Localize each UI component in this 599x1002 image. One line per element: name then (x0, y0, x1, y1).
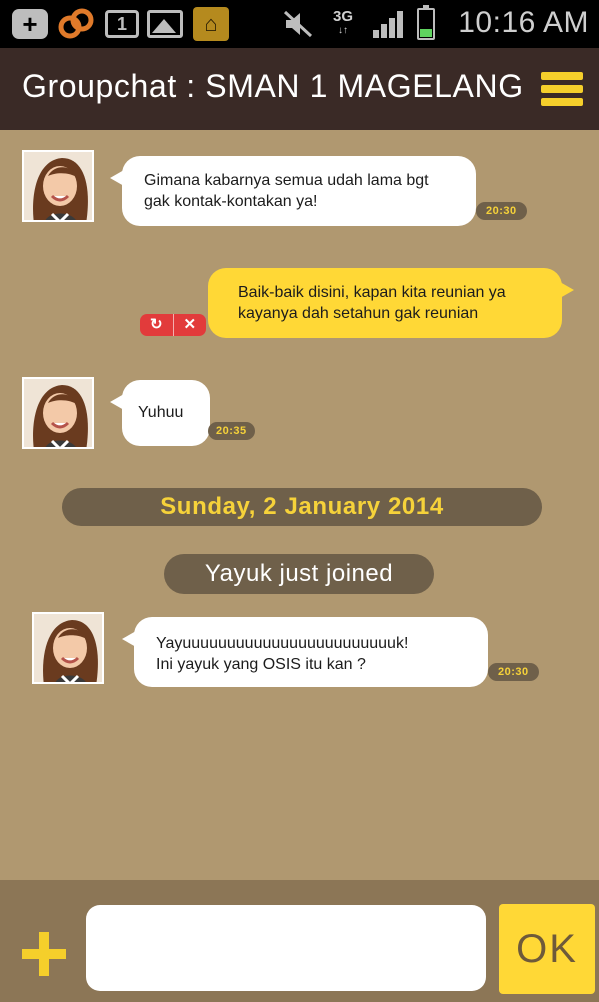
message-text: Yuhuu (138, 404, 184, 421)
message-text: Baik-baik disini, kapan kita reunian ya … (238, 284, 506, 322)
message-bubble[interactable]: Yuhuu (110, 380, 210, 446)
message-bubble-outgoing[interactable]: Baik-baik disini, kapan kita reunian ya … (208, 268, 574, 338)
house-icon: ⌂ (192, 7, 230, 41)
avatar[interactable] (22, 377, 94, 449)
mute-icon (280, 8, 316, 40)
avatar[interactable] (32, 612, 104, 684)
message-text: Gimana kabarnya semua udah lama bgt gak … (144, 172, 429, 210)
network-3g-icon: 3G ↓↑ (328, 8, 358, 40)
send-button[interactable]: OK (499, 904, 595, 994)
message-bubble[interactable]: Yayuuuuuuuuuuuuuuuuuuuuuuuuk! Ini yayuk … (122, 617, 488, 687)
link-icon (56, 8, 96, 40)
avatar[interactable] (22, 150, 94, 222)
plus-badge-icon: + (10, 8, 50, 40)
message-input[interactable] (86, 905, 486, 991)
hamburger-menu-icon[interactable] (541, 72, 583, 106)
retry-icon[interactable]: ↻ (140, 314, 174, 336)
chat-message-list[interactable]: Gimana kabarnya semua udah lama bgt gak … (0, 130, 599, 880)
status-time: 10:16 AM (458, 6, 589, 39)
message-timestamp: 20:30 (476, 202, 527, 220)
status-bar: + 1 ⌂ 3G ↓↑ 10:16 AM (0, 0, 599, 48)
signal-icon (368, 8, 408, 40)
plus-icon[interactable] (22, 932, 66, 976)
message-bubble[interactable]: Gimana kabarnya semua udah lama bgt gak … (110, 156, 476, 226)
message-text: Yayuuuuuuuuuuuuuuuuuuuuuuuuk! Ini yayuk … (156, 635, 409, 673)
battery-icon (414, 5, 438, 40)
network-label: 3G (332, 8, 353, 25)
date-separator: Sunday, 2 January 2014 (62, 488, 542, 526)
message-timestamp: 20:35 (208, 422, 255, 440)
page-title: Groupchat : SMAN 1 MAGELANG (22, 68, 524, 104)
failed-message-actions: ↻ ✕ (140, 314, 206, 336)
message-timestamp: 20:30 (488, 663, 539, 681)
network-activity-arrows: ↓↑ (338, 25, 348, 36)
chat-header: Groupchat : SMAN 1 MAGELANG (0, 48, 599, 130)
message-composer: OK (0, 880, 599, 1002)
image-icon (146, 8, 184, 40)
system-notice: Yayuk just joined (164, 554, 434, 594)
calendar-icon: 1 (104, 8, 140, 40)
delete-icon[interactable]: ✕ (174, 314, 207, 336)
